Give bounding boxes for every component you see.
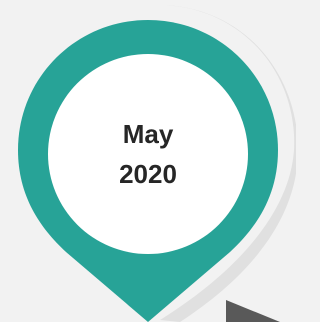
month-text: May (122, 119, 174, 149)
arrow-icon (226, 300, 280, 322)
date-label: May 2020 (78, 84, 218, 224)
year-text: 2020 (119, 159, 177, 189)
